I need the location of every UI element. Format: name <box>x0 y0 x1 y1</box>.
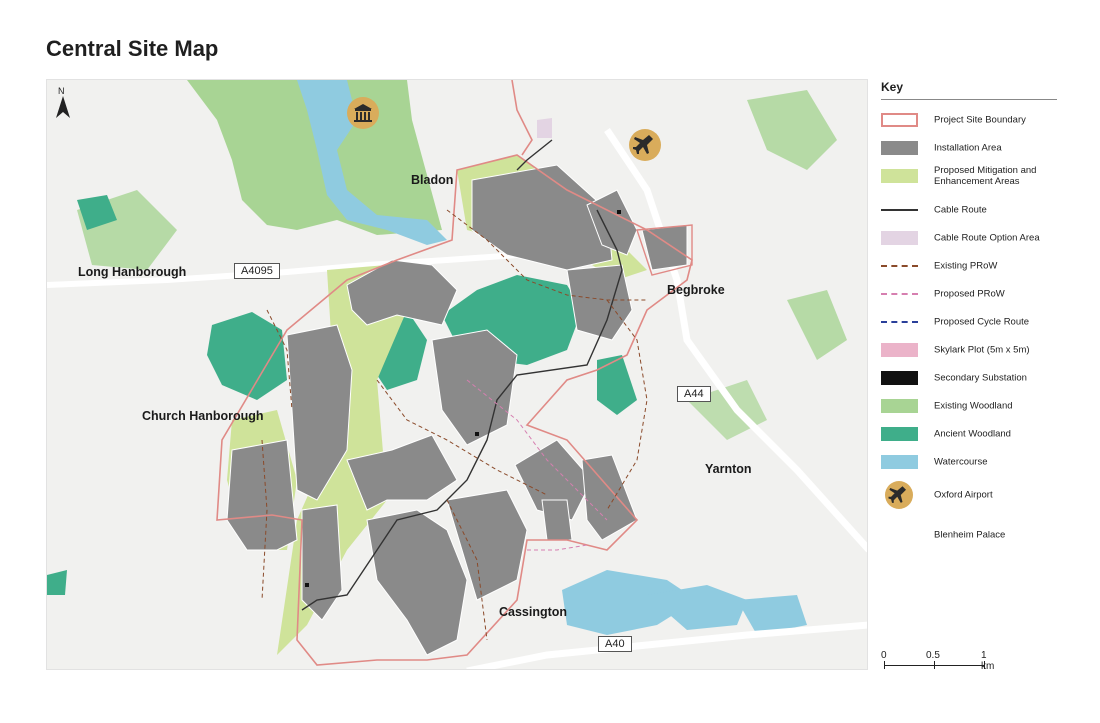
key-item-cable-route: Cable Route <box>881 200 1057 220</box>
key-item-label: Installation Area <box>934 142 1002 154</box>
key-item-skylark-plot-5m-x-5m: Skylark Plot (5m x 5m) <box>881 340 1057 360</box>
key-item-proposed-cycle-route: Proposed Cycle Route <box>881 312 1057 332</box>
key-item-proposed-mitigation-and-enhancement-areas: Proposed Mitigation and Enhancement Area… <box>881 165 1057 187</box>
map-key: Key Project Site Boundary Installation Ar… <box>881 80 1057 541</box>
place-label-long-hanborough: Long Hanborough <box>78 265 187 279</box>
airplane-icon <box>885 481 913 509</box>
place-label-cassington: Cassington <box>499 605 568 619</box>
key-item-existing-prow: Existing PRoW <box>881 256 1057 276</box>
key-item-label: Project Site Boundary <box>934 114 1026 126</box>
swatch-fill <box>881 169 918 183</box>
scale-label-0: 0 <box>881 650 887 661</box>
swatch-fill <box>881 455 918 469</box>
key-item-cable-route-option-area: Cable Route Option Area <box>881 228 1057 248</box>
key-item-label: Existing PRoW <box>934 260 998 272</box>
key-item-secondary-substation: Secondary Substation <box>881 368 1057 388</box>
place-label-bladon: Bladon <box>411 173 454 187</box>
swatch-fill <box>881 371 918 385</box>
key-item-label: Oxford Airport <box>934 489 993 501</box>
key-item-label: Ancient Woodland <box>934 428 1011 440</box>
key-title: Key <box>881 80 1057 100</box>
north-label: N <box>58 86 65 96</box>
key-item-installation-area: Installation Area <box>881 138 1057 158</box>
key-item-label: Skylark Plot (5m x 5m) <box>934 344 1030 356</box>
key-item-ancient-woodland: Ancient Woodland <box>881 424 1057 444</box>
key-item-label: Cable Route <box>934 204 987 216</box>
oxford-airport-icon[interactable] <box>629 129 661 161</box>
key-item-project-site-boundary: Project Site Boundary <box>881 110 1057 130</box>
key-item-label: Proposed Cycle Route <box>934 316 1030 328</box>
key-item-label: Watercourse <box>934 456 988 468</box>
key-item-label: Proposed PRoW <box>934 288 1005 300</box>
key-item-oxford-airport: Oxford Airport <box>881 481 1057 509</box>
key-item-label: Secondary Substation <box>934 372 1027 384</box>
swatch-dashed-line <box>881 265 918 267</box>
blenheim-palace-icon[interactable] <box>347 97 379 129</box>
key-item-watercourse: Watercourse <box>881 452 1057 472</box>
swatch-outline <box>881 113 918 127</box>
place-label-begbroke: Begbroke <box>667 283 725 297</box>
place-label-church-hanborough: Church Hanborough <box>142 409 264 423</box>
key-item-existing-woodland: Existing Woodland <box>881 396 1057 416</box>
swatch-fill <box>881 141 918 155</box>
map-graphics <box>47 80 867 669</box>
swatch-fill <box>881 231 918 245</box>
page-title: Central Site Map <box>46 36 219 61</box>
swatch-fill <box>881 343 918 357</box>
scale-label-half: 0.5 <box>926 650 940 661</box>
swatch-fill <box>881 399 918 413</box>
swatch-empty <box>881 528 918 542</box>
swatch-dashed-line <box>881 321 918 323</box>
scale-bar: 0 0.5 1 km <box>881 650 1001 672</box>
key-item-label: Blenheim Palace <box>934 529 1006 541</box>
key-item-label: Proposed Mitigation and Enhancement Area… <box>934 165 1037 187</box>
key-item-blenheim-palace: Blenheim Palace <box>881 525 1057 545</box>
swatch-line <box>881 209 918 211</box>
map-canvas[interactable]: N Bladon Long Hanborough Begbroke Church… <box>46 79 868 670</box>
place-label-yarnton: Yarnton <box>705 462 752 476</box>
road-label-a4095: A4095 <box>234 263 280 279</box>
swatch-dashed-line <box>881 293 918 295</box>
key-item-proposed-prow: Proposed PRoW <box>881 284 1057 304</box>
road-label-a44: A44 <box>677 386 711 402</box>
swatch-fill <box>881 427 918 441</box>
key-item-label: Existing Woodland <box>934 400 1013 412</box>
north-arrow-icon: N <box>56 86 70 118</box>
key-item-label: Cable Route Option Area <box>934 232 1040 244</box>
road-label-a40: A40 <box>598 636 632 652</box>
